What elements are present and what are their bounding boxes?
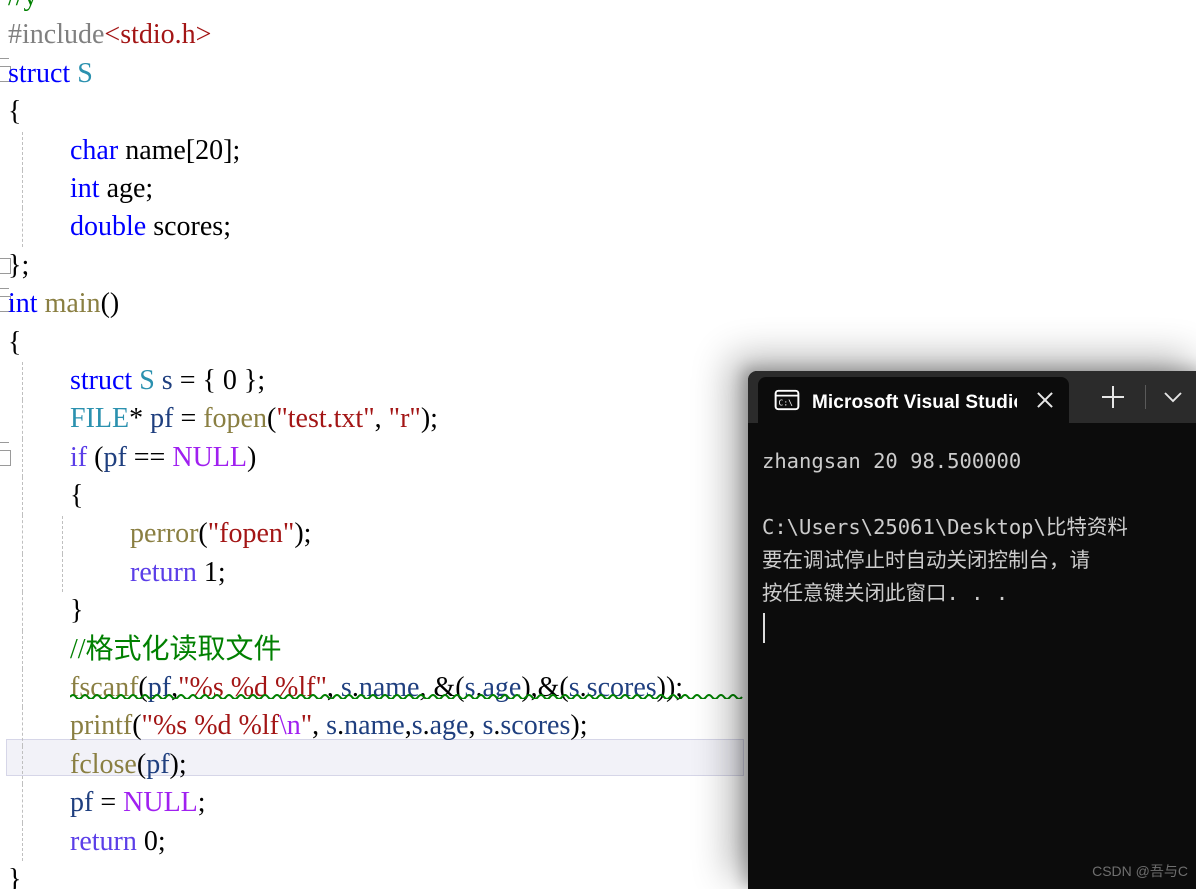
code-line[interactable]: struct S [0,55,1196,93]
code-line[interactable]: int main() [0,285,1196,323]
console-tab-active[interactable]: C:\ Microsoft Visual Studio 调试控 [758,377,1069,423]
console-output-line: zhangsan 20 98.500000 [762,449,1022,473]
code-line[interactable]: { [0,93,1196,131]
console-window[interactable]: C:\ Microsoft Visual Studio 调试控 zhangsan… [748,371,1196,889]
code-line[interactable]: }; [0,247,1196,285]
console-output-line: C:\Users\25061\Desktop\比特资料 [762,515,1128,539]
console-output-line: 要在调试停止时自动关闭控制台，请 [762,548,1090,572]
watermark-label: CSDN @吾与C [1092,863,1188,879]
code-line[interactable]: #include<stdio.h> [0,16,1196,54]
code-line[interactable]: { [0,324,1196,362]
tab-divider [1145,385,1146,409]
code-line[interactable]: double scores; [0,208,1196,246]
console-tab-actions[interactable] [1091,371,1190,423]
chevron-down-icon[interactable] [1156,377,1190,417]
new-tab-icon[interactable] [1091,377,1135,417]
screenshot-root: //y#include<stdio.h>struct S{char name[2… [0,0,1196,889]
console-output-area[interactable]: zhangsan 20 98.500000 C:\Users\25061\Desk… [748,423,1196,889]
console-caret [763,613,765,643]
console-output-line: 按任意键关闭此窗口. . . [762,581,1009,605]
code-line[interactable]: char name[20]; [0,132,1196,170]
svg-text:C:\: C:\ [779,399,794,408]
code-line[interactable]: int age; [0,170,1196,208]
console-cmd-icon: C:\ [774,389,800,411]
console-tab-bar[interactable]: C:\ Microsoft Visual Studio 调试控 [748,371,1196,423]
console-tab-title: Microsoft Visual Studio 调试控 [812,391,1017,413]
code-line[interactable]: //y [0,0,1196,16]
close-icon[interactable] [1033,388,1057,412]
